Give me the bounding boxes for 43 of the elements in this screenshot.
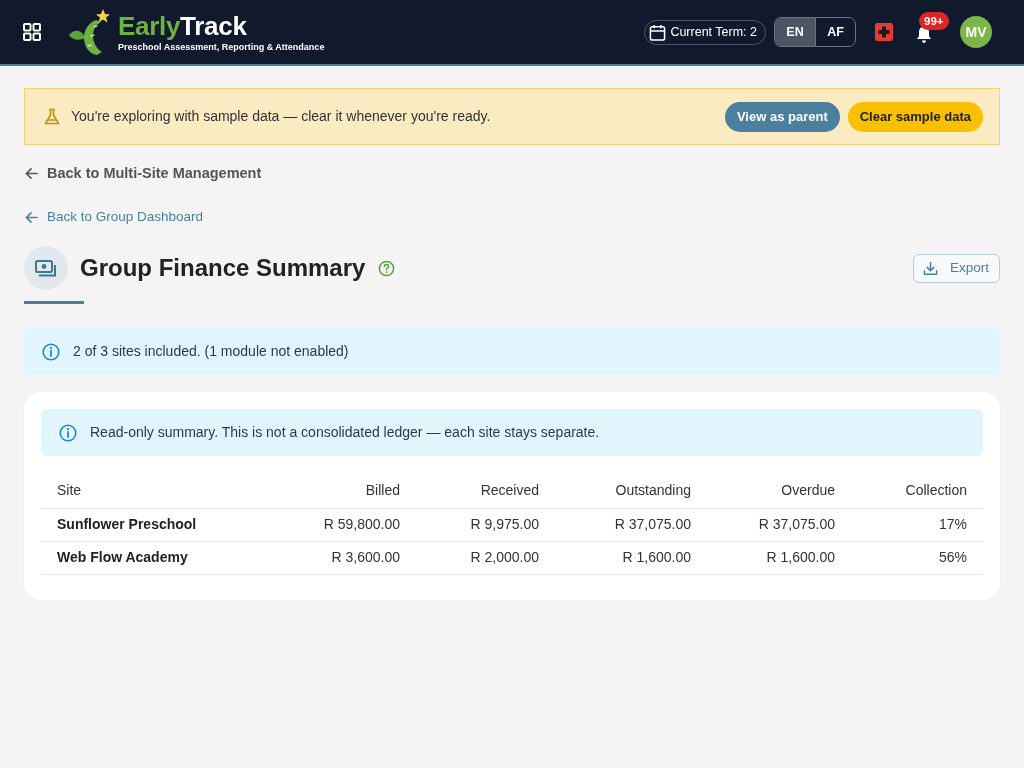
column-header: Collection <box>851 474 983 508</box>
cash-icon <box>24 246 68 290</box>
site-name: Web Flow Academy <box>41 541 257 574</box>
table-cell: R 9,975.00 <box>416 508 555 541</box>
app-grid-icon[interactable] <box>23 23 41 41</box>
column-header: Outstanding <box>555 474 707 508</box>
flask-icon <box>43 108 61 125</box>
alert-text: 2 of 3 sites included. (1 module not enabled) <box>73 342 349 361</box>
info-icon <box>42 342 60 361</box>
arrow-left-icon <box>24 210 39 225</box>
site-name: Sunflower Preschool <box>41 508 257 541</box>
view-as-parent-button[interactable]: View as parent <box>724 101 840 132</box>
column-header: Site <box>41 474 257 508</box>
column-header: Overdue <box>707 474 851 508</box>
language-toggle[interactable]: EN <box>775 18 815 46</box>
table-cell: R 59,800.00 <box>257 508 416 541</box>
column-header: Billed <box>257 474 416 508</box>
export-button[interactable]: Export <box>912 253 1000 283</box>
table-cell: R 2,000.00 <box>416 541 555 574</box>
table-cell: R 37,075.00 <box>555 508 707 541</box>
logo-wordmark: EarlyTrack <box>118 11 248 40</box>
back-link[interactable]: Back to Multi-Site Management <box>24 163 262 185</box>
clear-sample-button[interactable]: Clear sample data <box>847 101 983 132</box>
alert-text: Read-only summary. This is not a consolidated ledger — each site stays separate. <box>90 423 600 442</box>
help-icon[interactable] <box>378 259 396 277</box>
back-link[interactable]: Back to Group Dashboard <box>24 207 204 228</box>
download-icon <box>922 260 938 276</box>
page-title: Group Finance Summary <box>80 253 366 283</box>
table-cell: 56% <box>851 541 983 574</box>
table-cell: R 37,075.00 <box>707 508 851 541</box>
info-icon <box>59 423 77 442</box>
column-header: Received <box>416 474 555 508</box>
table-cell: 17% <box>851 508 983 541</box>
table-cell: R 1,600.00 <box>555 541 707 574</box>
first-aid-icon[interactable] <box>875 23 893 41</box>
banner-message: You're exploring with sample data — clear it whenever you're ready. <box>71 107 491 126</box>
table-cell: R 1,600.00 <box>707 541 851 574</box>
logo-tagline: Preschool Assessment, Reporting & Attendance <box>118 41 325 53</box>
arrow-left-icon <box>24 166 39 182</box>
calendar-icon <box>649 23 667 41</box>
table-cell: R 3,600.00 <box>257 541 416 574</box>
language-toggle[interactable]: AF <box>815 18 855 46</box>
notification-badge: 99+ <box>919 12 949 30</box>
